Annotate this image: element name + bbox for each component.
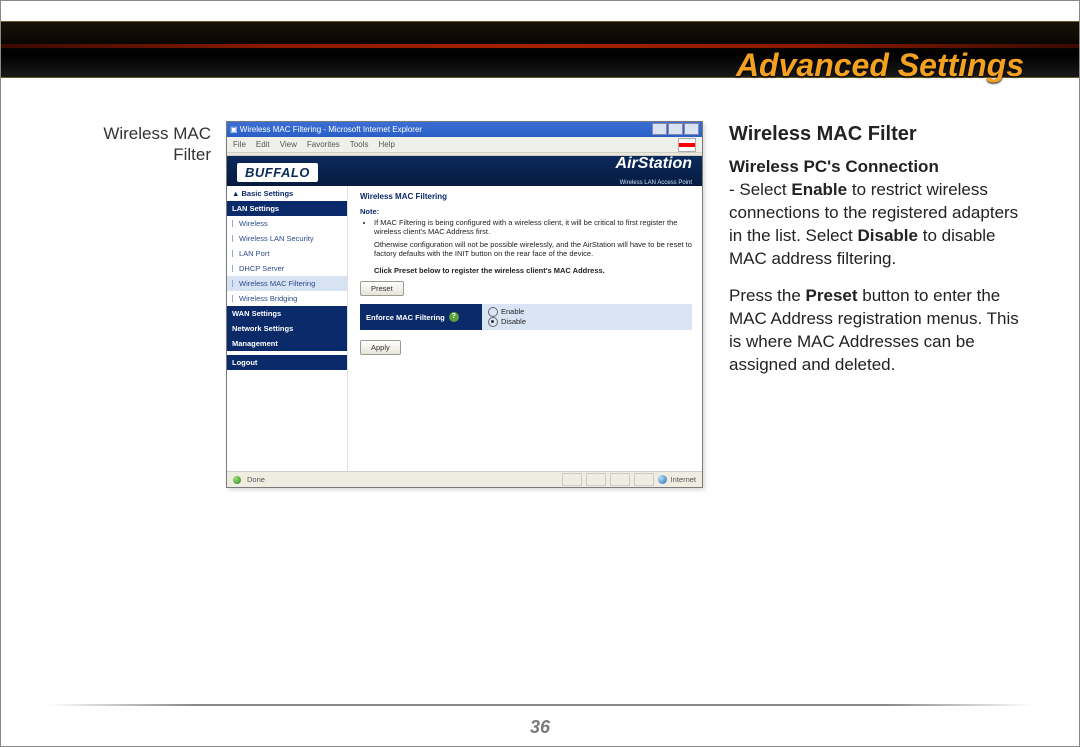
body-text: Wireless MAC Filter Wireless PC's Connec… [729,121,1029,376]
sidebar-basic-settings[interactable]: ▲ Basic Settings [227,186,347,201]
sidebar-lan-header[interactable]: LAN Settings [227,201,347,216]
note-line-2: Otherwise configuration will not be poss… [374,240,692,258]
airstation-logo: AirStation [616,155,692,172]
buffalo-logo: BUFFALO [237,163,318,182]
status-done: Done [247,475,265,484]
status-zone: Internet [671,475,696,484]
router-sidebar: ▲ Basic Settings LAN Settings Wireless W… [227,186,348,472]
enforce-row: Enforce MAC Filtering ? Enable Disable [360,304,692,330]
banner-title: Advanced Settings [736,47,1024,84]
sidebar-item-bridging[interactable]: Wireless Bridging [227,291,347,306]
globe-icon [658,475,667,484]
apply-button[interactable]: Apply [360,340,401,355]
sidebar-item-lan-port[interactable]: LAN Port [227,246,347,261]
page-banner: Advanced Settings [1,21,1079,78]
preset-button[interactable]: Preset [360,281,404,296]
sidebar-item-wlan-security[interactable]: Wireless LAN Security [227,231,347,246]
enforce-label: Enforce MAC Filtering [366,313,445,322]
done-icon [233,476,241,484]
sidebar-item-wireless[interactable]: Wireless [227,216,347,231]
figure-caption: Wireless MAC Filter [36,123,211,166]
footer-rule [46,704,1034,706]
ie-icon: ▣ [230,125,238,134]
sidebar-wan-header[interactable]: WAN Settings [227,306,347,321]
page-number: 36 [1,717,1079,738]
note-label: Note: [360,207,692,216]
help-icon[interactable]: ? [449,312,459,322]
sidebar-management-header[interactable]: Management [227,336,347,351]
browser-menu-bar[interactable]: FileEditViewFavoritesToolsHelp [227,137,702,153]
window-title-text: Wireless MAC Filtering - Microsoft Inter… [240,125,422,134]
panel-title: Wireless MAC Filtering [360,192,692,201]
windows-flag-icon [678,138,696,152]
browser-screenshot: ▣ Wireless MAC Filtering - Microsoft Int… [226,121,703,488]
sidebar-network-header[interactable]: Network Settings [227,321,347,336]
sidebar-logout[interactable]: Logout [227,355,347,370]
radio-enable[interactable] [488,307,498,317]
note-line-3: Click Preset below to register the wirel… [374,266,692,275]
browser-status-bar: Done Internet [227,471,702,487]
section-heading: Wireless MAC Filter [729,121,1029,148]
sidebar-item-dhcp[interactable]: DHCP Server [227,261,347,276]
note-line-1: If MAC Filtering is being configured wit… [374,218,692,236]
router-brand-bar: BUFFALO AirStationWireless LAN Access Po… [227,156,702,188]
radio-disable[interactable] [488,317,498,327]
router-main-panel: Wireless MAC Filtering Note: If MAC Filt… [348,186,702,472]
sidebar-item-mac-filtering[interactable]: Wireless MAC Filtering [227,276,347,291]
window-buttons[interactable] [651,123,699,137]
window-title-bar: ▣ Wireless MAC Filtering - Microsoft Int… [227,122,702,137]
